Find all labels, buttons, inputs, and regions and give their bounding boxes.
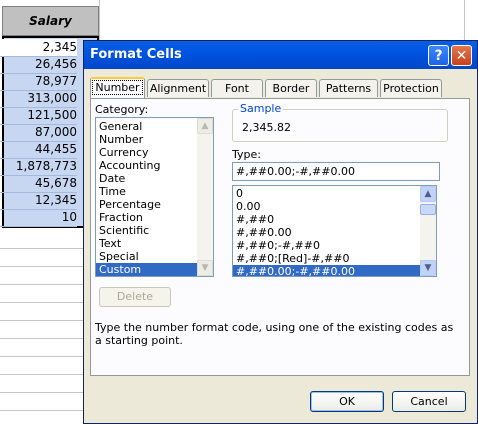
category-listbox[interactable]: General Number Currency Accounting Date … — [95, 117, 214, 277]
dialog-titlebar[interactable]: Format Cells ? ✕ — [84, 41, 477, 69]
dialog-title: Format Cells — [90, 47, 182, 62]
scroll-down-button[interactable]: ▼ — [197, 260, 213, 276]
list-item[interactable]: Text — [96, 237, 213, 250]
list-item[interactable]: Currency — [96, 146, 213, 159]
close-icon: ✕ — [455, 47, 468, 64]
sample-label: Sample — [238, 102, 284, 115]
type-label: Type: — [232, 148, 261, 161]
type-scrollbar[interactable]: ▲ ▼ — [420, 186, 436, 276]
gridline — [0, 284, 84, 285]
gridline — [0, 338, 84, 339]
list-item[interactable]: 0 — [233, 187, 436, 200]
sheet-cell[interactable]: 313,000 — [0, 90, 77, 108]
list-item[interactable]: #,##0.00 — [233, 226, 436, 239]
sample-group: Sample 2,345.82 — [232, 102, 448, 142]
sheet-cell[interactable]: 2,345 — [0, 39, 77, 57]
scroll-up-button[interactable]: ▲ — [197, 118, 213, 134]
sheet-cell[interactable]: 26,456 — [0, 56, 77, 74]
close-button[interactable]: ✕ — [451, 45, 472, 66]
gridline — [0, 392, 84, 393]
sheet-cell[interactable]: 12,345 — [0, 192, 77, 210]
tab-label: Number — [92, 80, 143, 95]
tab-border[interactable]: Border — [265, 79, 317, 97]
tab-font[interactable]: Font — [211, 79, 263, 97]
type-input[interactable]: #,##0.00;-#,##0.00 — [232, 162, 440, 181]
tab-alignment[interactable]: Alignment — [147, 79, 209, 97]
scroll-up-button[interactable]: ▲ — [420, 186, 436, 202]
list-item[interactable]: #,##0;-#,##0 — [233, 239, 436, 252]
ok-button[interactable]: OK — [310, 391, 384, 412]
list-item[interactable]: Number — [96, 133, 213, 146]
gridline — [0, 374, 84, 375]
list-item[interactable]: Date — [96, 172, 213, 185]
list-item[interactable]: Time — [96, 185, 213, 198]
gridline — [0, 248, 84, 249]
number-tab-panel: Category: General Number Currency Accoun… — [90, 98, 470, 376]
tab-number[interactable]: Number — [90, 77, 145, 98]
list-item[interactable]: #,##0;[Red]-#,##0 — [233, 252, 436, 265]
gridline — [0, 320, 84, 321]
help-button[interactable]: ? — [428, 45, 449, 66]
chevron-up-icon: ▲ — [424, 189, 432, 199]
format-cells-dialog: Format Cells ? ✕ Number Alignment Font B… — [83, 40, 478, 424]
tab-protection[interactable]: Protection — [380, 79, 442, 97]
list-item[interactable]: General — [96, 120, 213, 133]
format-hint-text: Type the number format code, using one o… — [95, 321, 454, 347]
sheet-cell[interactable]: 44,455 — [0, 141, 77, 159]
sheet-cell[interactable]: 87,000 — [0, 124, 77, 142]
list-item-selected[interactable]: #,##0.00;-#,##0.00 — [233, 265, 436, 276]
scroll-down-button[interactable]: ▼ — [420, 260, 436, 276]
column-header-salary[interactable]: Salary — [2, 6, 99, 36]
scroll-thumb[interactable] — [420, 204, 436, 215]
list-item[interactable]: 0.00 — [233, 200, 436, 213]
sheet-cell[interactable]: 78,977 — [0, 73, 77, 91]
gridline — [0, 266, 84, 267]
cancel-button[interactable]: Cancel — [392, 391, 466, 412]
sheet-cell[interactable]: 121,500 — [0, 107, 77, 125]
list-item[interactable]: #,##0 — [233, 213, 436, 226]
delete-button[interactable]: Delete — [99, 287, 171, 307]
category-label: Category: — [95, 103, 149, 116]
list-item[interactable]: Percentage — [96, 198, 213, 211]
chevron-down-icon: ▼ — [424, 263, 432, 273]
list-item[interactable]: Scientific — [96, 224, 213, 237]
list-item[interactable]: Fraction — [96, 211, 213, 224]
sheet-cell[interactable]: 10 — [0, 209, 77, 227]
chevron-up-icon: ▲ — [201, 121, 209, 131]
sheet-cell[interactable]: 45,678 — [0, 175, 77, 193]
sheet-cell[interactable]: 1,878,773 — [0, 158, 77, 176]
gridline — [0, 410, 84, 411]
sample-value: 2,345.82 — [242, 121, 291, 134]
list-item[interactable]: Special — [96, 250, 213, 263]
type-listbox[interactable]: 0 0.00 #,##0 #,##0.00 #,##0;-#,##0 #,##0… — [232, 185, 437, 277]
list-item-selected[interactable]: Custom — [96, 263, 213, 276]
help-icon: ? — [434, 47, 443, 64]
chevron-down-icon: ▼ — [201, 263, 209, 273]
list-item[interactable]: Accounting — [96, 159, 213, 172]
gridline — [0, 302, 84, 303]
category-scrollbar[interactable]: ▲ ▼ — [197, 118, 213, 276]
gridline — [0, 356, 84, 357]
tab-patterns[interactable]: Patterns — [319, 79, 378, 97]
